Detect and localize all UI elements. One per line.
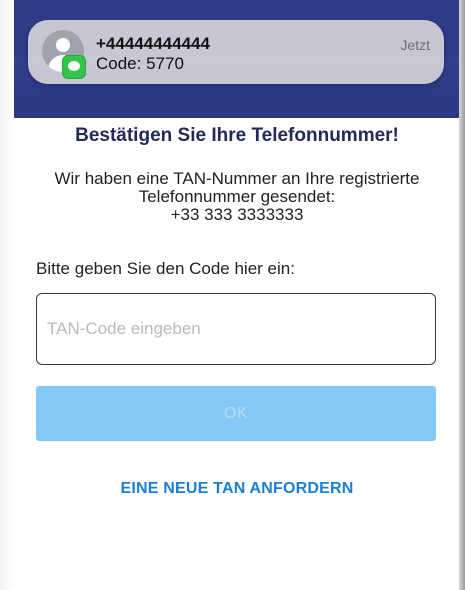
sms-notification-banner[interactable]: +44444444444 Code: 5770 Jetzt [28, 20, 444, 84]
messages-app-icon [62, 55, 86, 79]
tan-sent-info: Wir haben eine TAN-Nummer an Ihre regist… [24, 170, 450, 224]
notification-sender: +44444444444 [96, 34, 210, 53]
screen-right-edge [459, 0, 465, 590]
request-new-tan-link[interactable]: EINE NEUE TAN ANFORDERN [14, 480, 460, 498]
notification-body: Code: 5770 [96, 54, 184, 73]
screen-left-edge [0, 0, 12, 590]
dialog-title: Bestätigen Sie Ihre Telefonnummer! [75, 125, 399, 146]
info-line-2: Telefonnummer gesendet: [138, 187, 336, 206]
tan-code-input[interactable] [36, 293, 436, 365]
notification-time: Jetzt [400, 37, 430, 53]
info-line-1: Wir haben eine TAN-Nummer an Ihre regist… [54, 169, 420, 188]
registered-phone-number: +33 333 3333333 [170, 205, 304, 224]
ok-button[interactable]: OK [36, 386, 436, 441]
phone-screen: +44444444444 Code: 5770 Jetzt Bestätigen… [0, 0, 465, 590]
code-prompt: Bitte geben Sie den Code hier ein: [36, 259, 295, 278]
avatar-head [56, 38, 70, 52]
message-bubble-icon [68, 61, 80, 71]
